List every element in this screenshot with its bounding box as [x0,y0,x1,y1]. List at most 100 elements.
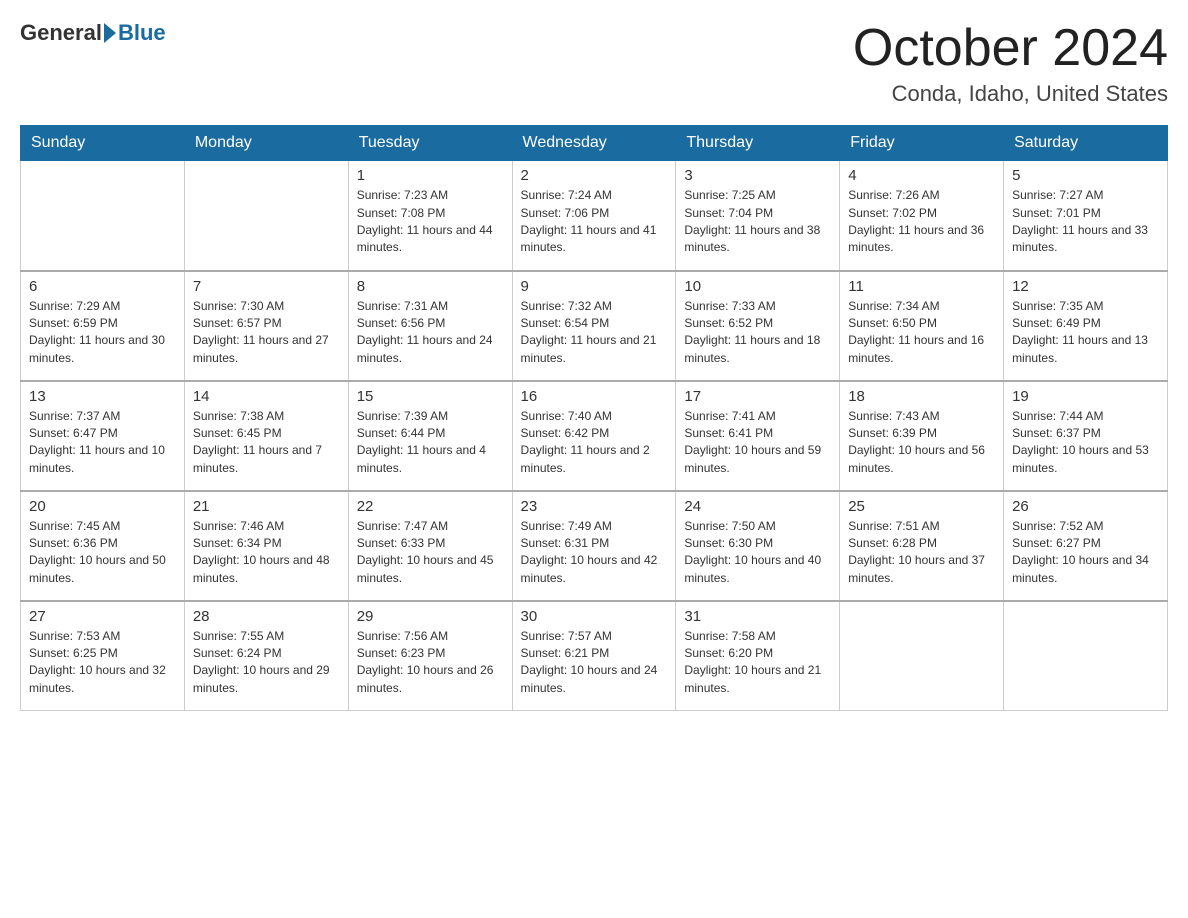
day-info: Sunrise: 7:40 AMSunset: 6:42 PMDaylight:… [521,408,668,478]
day-number: 13 [29,388,176,405]
day-info: Sunrise: 7:37 AMSunset: 6:47 PMDaylight:… [29,408,176,478]
table-row: 23 Sunrise: 7:49 AMSunset: 6:31 PMDayligh… [512,491,676,601]
day-number: 21 [193,498,340,515]
table-row: 25Sunrise: 7:51 AMSunset: 6:28 PMDayligh… [840,491,1004,601]
day-number: 18 [848,388,995,405]
calendar-week-row: 27 Sunrise: 7:53 AMSunset: 6:25 PMDayligh… [21,601,1168,711]
day-number: 8 [357,278,504,295]
day-number: 23 [521,498,668,515]
day-number: 2 [521,167,668,184]
table-row: 27 Sunrise: 7:53 AMSunset: 6:25 PMDayligh… [21,601,185,711]
header-wednesday: Wednesday [512,126,676,161]
day-number: 20 [29,498,176,515]
day-info: Sunrise: 7:57 AMSunset: 6:21 PMDaylight:… [521,628,668,698]
day-info: Sunrise: 7:31 AMSunset: 6:56 PMDaylight:… [357,298,504,368]
table-row: 16 Sunrise: 7:40 AMSunset: 6:42 PMDayligh… [512,381,676,491]
header-friday: Friday [840,126,1004,161]
header-monday: Monday [184,126,348,161]
day-info: Sunrise: 7:33 AMSunset: 6:52 PMDaylight:… [684,298,831,368]
day-number: 3 [684,167,831,184]
table-row: 13 Sunrise: 7:37 AMSunset: 6:47 PMDayligh… [21,381,185,491]
day-info: Sunrise: 7:25 AMSunset: 7:04 PMDaylight:… [684,187,831,257]
day-info: Sunrise: 7:49 AMSunset: 6:31 PMDaylight:… [521,518,668,588]
day-number: 29 [357,608,504,625]
table-row: 31 Sunrise: 7:58 AMSunset: 6:20 PMDayligh… [676,601,840,711]
header-row: Sunday Monday Tuesday Wednesday Thursday… [21,126,1168,161]
location-subtitle: Conda, Idaho, United States [853,81,1168,107]
day-number: 30 [521,608,668,625]
day-number: 22 [357,498,504,515]
day-number: 14 [193,388,340,405]
title-area: October 2024 Conda, Idaho, United States [853,20,1168,107]
table-row: 15Sunrise: 7:39 AMSunset: 6:44 PMDayligh… [348,381,512,491]
day-number: 19 [1012,388,1159,405]
day-number: 12 [1012,278,1159,295]
calendar-week-row: 13 Sunrise: 7:37 AMSunset: 6:47 PMDayligh… [21,381,1168,491]
header-sunday: Sunday [21,126,185,161]
table-row: 14 Sunrise: 7:38 AMSunset: 6:45 PMDayligh… [184,381,348,491]
day-number: 11 [848,278,995,295]
header-saturday: Saturday [1004,126,1168,161]
day-number: 4 [848,167,995,184]
day-info: Sunrise: 7:46 AMSunset: 6:34 PMDaylight:… [193,518,340,588]
day-info: Sunrise: 7:26 AMSunset: 7:02 PMDaylight:… [848,187,995,257]
day-info: Sunrise: 7:52 AMSunset: 6:27 PMDaylight:… [1012,518,1159,588]
logo-arrow-icon [104,23,116,43]
table-row: 28 Sunrise: 7:55 AMSunset: 6:24 PMDayligh… [184,601,348,711]
logo: General Blue [20,20,166,46]
table-row [21,161,185,271]
day-number: 24 [684,498,831,515]
day-number: 26 [1012,498,1159,515]
day-info: Sunrise: 7:34 AMSunset: 6:50 PMDaylight:… [848,298,995,368]
day-number: 16 [521,388,668,405]
logo-general-text: General [20,20,102,46]
day-number: 27 [29,608,176,625]
table-row: 30 Sunrise: 7:57 AMSunset: 6:21 PMDayligh… [512,601,676,711]
day-info: Sunrise: 7:38 AMSunset: 6:45 PMDaylight:… [193,408,340,478]
header-thursday: Thursday [676,126,840,161]
header-tuesday: Tuesday [348,126,512,161]
day-number: 31 [684,608,831,625]
table-row: 18Sunrise: 7:43 AMSunset: 6:39 PMDayligh… [840,381,1004,491]
table-row: 3 Sunrise: 7:25 AMSunset: 7:04 PMDaylight… [676,161,840,271]
table-row [184,161,348,271]
day-info: Sunrise: 7:53 AMSunset: 6:25 PMDaylight:… [29,628,176,698]
day-number: 10 [684,278,831,295]
table-row: 2 Sunrise: 7:24 AMSunset: 7:06 PMDaylight… [512,161,676,271]
table-row: 19 Sunrise: 7:44 AMSunset: 6:37 PMDayligh… [1004,381,1168,491]
day-info: Sunrise: 7:58 AMSunset: 6:20 PMDaylight:… [684,628,831,698]
calendar-week-row: 20 Sunrise: 7:45 AMSunset: 6:36 PMDayligh… [21,491,1168,601]
day-number: 1 [357,167,504,184]
day-info: Sunrise: 7:35 AMSunset: 6:49 PMDaylight:… [1012,298,1159,368]
table-row: 6Sunrise: 7:29 AMSunset: 6:59 PMDaylight… [21,271,185,381]
day-info: Sunrise: 7:29 AMSunset: 6:59 PMDaylight:… [29,298,176,368]
day-info: Sunrise: 7:45 AMSunset: 6:36 PMDaylight:… [29,518,176,588]
day-info: Sunrise: 7:27 AMSunset: 7:01 PMDaylight:… [1012,187,1159,257]
table-row [840,601,1004,711]
day-number: 28 [193,608,340,625]
calendar-week-row: 1Sunrise: 7:23 AMSunset: 7:08 PMDaylight… [21,161,1168,271]
table-row [1004,601,1168,711]
day-info: Sunrise: 7:55 AMSunset: 6:24 PMDaylight:… [193,628,340,698]
day-info: Sunrise: 7:56 AMSunset: 6:23 PMDaylight:… [357,628,504,698]
header: General Blue October 2024 Conda, Idaho, … [20,20,1168,107]
table-row: 22Sunrise: 7:47 AMSunset: 6:33 PMDayligh… [348,491,512,601]
day-info: Sunrise: 7:44 AMSunset: 6:37 PMDaylight:… [1012,408,1159,478]
table-row: 4 Sunrise: 7:26 AMSunset: 7:02 PMDaylight… [840,161,1004,271]
day-info: Sunrise: 7:50 AMSunset: 6:30 PMDaylight:… [684,518,831,588]
day-number: 5 [1012,167,1159,184]
table-row: 21 Sunrise: 7:46 AMSunset: 6:34 PMDayligh… [184,491,348,601]
table-row: 5 Sunrise: 7:27 AMSunset: 7:01 PMDaylight… [1004,161,1168,271]
table-row: 8 Sunrise: 7:31 AMSunset: 6:56 PMDaylight… [348,271,512,381]
table-row: 12 Sunrise: 7:35 AMSunset: 6:49 PMDayligh… [1004,271,1168,381]
table-row: 7 Sunrise: 7:30 AMSunset: 6:57 PMDaylight… [184,271,348,381]
month-year-title: October 2024 [853,20,1168,77]
day-number: 7 [193,278,340,295]
table-row: 1Sunrise: 7:23 AMSunset: 7:08 PMDaylight… [348,161,512,271]
table-row: 29 Sunrise: 7:56 AMSunset: 6:23 PMDayligh… [348,601,512,711]
day-number: 9 [521,278,668,295]
logo-blue-text: Blue [118,20,166,46]
day-info: Sunrise: 7:30 AMSunset: 6:57 PMDaylight:… [193,298,340,368]
day-info: Sunrise: 7:39 AMSunset: 6:44 PMDaylight:… [357,408,504,478]
day-info: Sunrise: 7:24 AMSunset: 7:06 PMDaylight:… [521,187,668,257]
